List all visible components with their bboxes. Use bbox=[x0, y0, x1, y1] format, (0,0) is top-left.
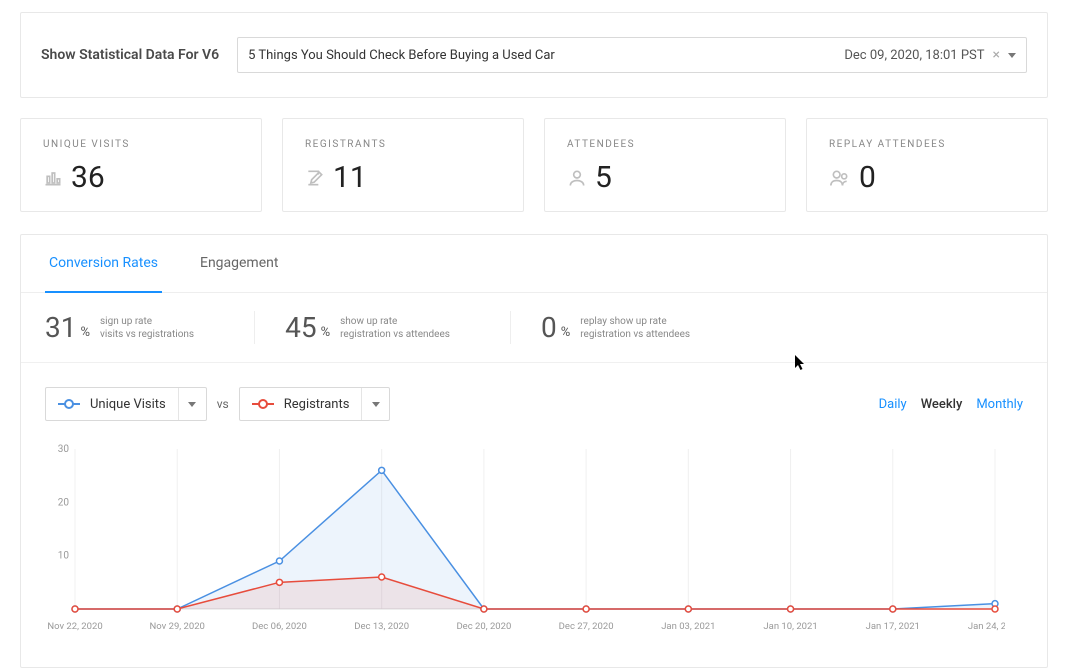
rate-showup: 45% show up rate registration vs attende… bbox=[254, 311, 480, 344]
user-icon bbox=[567, 168, 587, 188]
svg-text:20: 20 bbox=[58, 497, 70, 508]
chevron-down-icon[interactable] bbox=[1008, 53, 1016, 58]
tabs: Conversion Rates Engagement bbox=[21, 235, 1047, 293]
stat-value: 5 bbox=[595, 160, 612, 195]
rate-label-1: show up rate bbox=[340, 315, 450, 328]
svg-text:Nov 22, 2020: Nov 22, 2020 bbox=[47, 621, 102, 632]
rate-label-1: replay show up rate bbox=[580, 315, 690, 328]
bar-chart-icon bbox=[43, 168, 63, 188]
svg-text:Nov 29, 2020: Nov 29, 2020 bbox=[150, 621, 205, 632]
stat-title: REGISTRANTS bbox=[305, 139, 501, 150]
series-b-color-icon bbox=[252, 403, 274, 405]
stats-header: Show Statistical Data For V6 5 Things Yo… bbox=[20, 12, 1048, 98]
rate-label-1: sign up rate bbox=[100, 315, 194, 328]
stats-row: UNIQUE VISITS 36 REGISTRANTS 11 ATTENDEE… bbox=[20, 118, 1048, 212]
rate-label-2: registration vs attendees bbox=[580, 328, 690, 341]
stat-title: UNIQUE VISITS bbox=[43, 139, 239, 150]
session-select[interactable]: 5 Things You Should Check Before Buying … bbox=[237, 37, 1027, 73]
cursor-icon bbox=[795, 355, 807, 371]
session-select-date: Dec 09, 2020, 18:01 PST bbox=[844, 48, 984, 63]
svg-text:Jan 24, 2021: Jan 24, 2021 bbox=[968, 621, 1005, 632]
tab-conversion-rates[interactable]: Conversion Rates bbox=[45, 235, 162, 293]
rate-replay: 0% replay show up rate registration vs a… bbox=[510, 311, 720, 344]
chevron-down-icon[interactable] bbox=[361, 388, 389, 420]
chart-svg: 10 20 30 Nov 22, 2020 Nov 29, 2020 Dec 06, 20… bbox=[45, 439, 1005, 639]
stat-card-registrants: REGISTRANTS 11 bbox=[282, 118, 524, 212]
percent-sign: % bbox=[80, 325, 90, 340]
series-b-picker[interactable]: Registrants bbox=[239, 387, 391, 421]
stat-value: 11 bbox=[333, 160, 367, 195]
rate-value: 31 bbox=[45, 311, 76, 344]
stat-title: REPLAY ATTENDEES bbox=[829, 139, 1025, 150]
edit-icon bbox=[305, 168, 325, 188]
svg-text:10: 10 bbox=[58, 551, 70, 562]
rate-value: 0 bbox=[541, 311, 557, 344]
stat-value: 0 bbox=[859, 160, 876, 195]
percent-sign: % bbox=[321, 325, 331, 340]
granularity-daily[interactable]: Daily bbox=[879, 397, 907, 412]
svg-text:Jan 03, 2021: Jan 03, 2021 bbox=[661, 621, 715, 632]
svg-text:Jan 10, 2021: Jan 10, 2021 bbox=[763, 621, 817, 632]
stat-value: 36 bbox=[71, 160, 105, 195]
chevron-down-icon[interactable] bbox=[178, 388, 206, 420]
stat-card-unique-visits: UNIQUE VISITS 36 bbox=[20, 118, 262, 212]
conversion-rates-row: 31% sign up rate visits vs registrations… bbox=[21, 293, 1047, 363]
close-icon[interactable]: × bbox=[993, 47, 1000, 63]
stat-title: ATTENDEES bbox=[567, 139, 763, 150]
stats-header-label: Show Statistical Data For V6 bbox=[41, 47, 219, 63]
svg-text:Dec 20, 2020: Dec 20, 2020 bbox=[456, 621, 511, 632]
users-icon bbox=[829, 168, 851, 188]
series-a-label: Unique Visits bbox=[90, 397, 166, 412]
session-select-title: 5 Things You Should Check Before Buying … bbox=[248, 48, 555, 63]
stat-card-replay-attendees: REPLAY ATTENDEES 0 bbox=[806, 118, 1048, 212]
percent-sign: % bbox=[561, 325, 571, 340]
tab-engagement[interactable]: Engagement bbox=[196, 235, 282, 292]
main-card: Conversion Rates Engagement 31% sign up … bbox=[20, 234, 1048, 668]
vs-label: vs bbox=[217, 397, 229, 411]
chart-area: 10 20 30 Nov 22, 2020 Nov 29, 2020 Dec 06, 20… bbox=[21, 431, 1047, 667]
rate-signup: 31% sign up rate visits vs registrations bbox=[45, 311, 224, 344]
series-a-color-icon bbox=[58, 403, 80, 405]
svg-text:30: 30 bbox=[58, 444, 70, 455]
svg-text:Jan 17, 2021: Jan 17, 2021 bbox=[866, 621, 920, 632]
series-a-picker[interactable]: Unique Visits bbox=[45, 387, 207, 421]
series-b-label: Registrants bbox=[284, 397, 350, 412]
granularity-toggle: Daily Weekly Monthly bbox=[879, 397, 1023, 412]
rate-label-2: registration vs attendees bbox=[340, 328, 450, 341]
chart-controls: Unique Visits vs Registrants Daily Weekl… bbox=[21, 363, 1047, 431]
rate-label-2: visits vs registrations bbox=[100, 328, 194, 341]
granularity-monthly[interactable]: Monthly bbox=[976, 397, 1023, 412]
stat-card-attendees: ATTENDEES 5 bbox=[544, 118, 786, 212]
svg-text:Dec 13, 2020: Dec 13, 2020 bbox=[354, 621, 409, 632]
svg-text:Dec 06, 2020: Dec 06, 2020 bbox=[252, 621, 307, 632]
granularity-weekly[interactable]: Weekly bbox=[921, 397, 963, 412]
svg-text:Dec 27, 2020: Dec 27, 2020 bbox=[559, 621, 614, 632]
rate-value: 45 bbox=[285, 311, 316, 344]
